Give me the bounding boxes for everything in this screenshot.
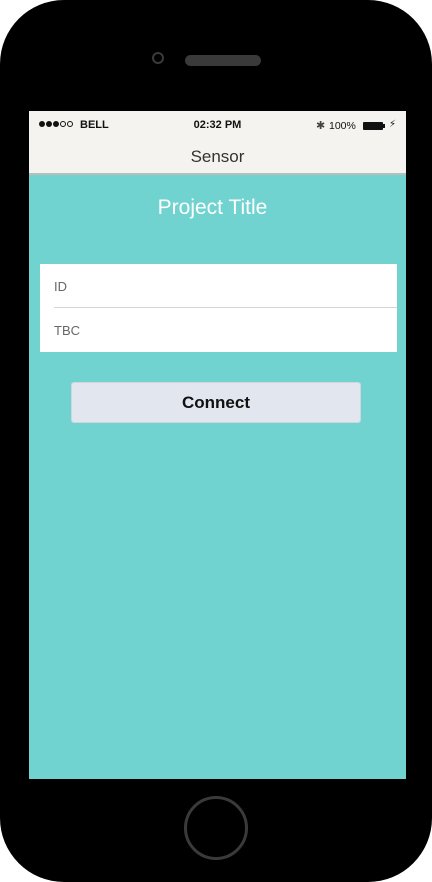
bluetooth-icon: ✱	[316, 120, 326, 132]
app-screen: BELL 02:32 PM ✱ 100% ⚡ Sensor Project Ti…	[29, 111, 406, 779]
phone-frame: BELL 02:32 PM ✱ 100% ⚡ Sensor Project Ti…	[0, 0, 432, 882]
earpiece-speaker	[185, 55, 261, 66]
home-button[interactable]	[184, 796, 248, 860]
connect-button[interactable]: Connect	[71, 382, 361, 423]
front-camera	[152, 52, 164, 64]
tbc-input[interactable]	[54, 320, 374, 340]
id-input[interactable]	[54, 276, 374, 296]
charging-icon: ⚡	[389, 119, 397, 130]
tbc-field	[40, 308, 397, 352]
page-title: Project Title	[157, 196, 268, 219]
nav-title: Sensor	[190, 147, 245, 166]
id-field	[40, 264, 397, 308]
battery-icon	[363, 122, 385, 130]
status-bar: BELL 02:32 PM ✱ 100% ⚡	[29, 111, 406, 139]
connection-form	[40, 264, 397, 352]
navigation-bar: Sensor	[29, 139, 406, 175]
battery-percentage: 100%	[329, 120, 356, 132]
